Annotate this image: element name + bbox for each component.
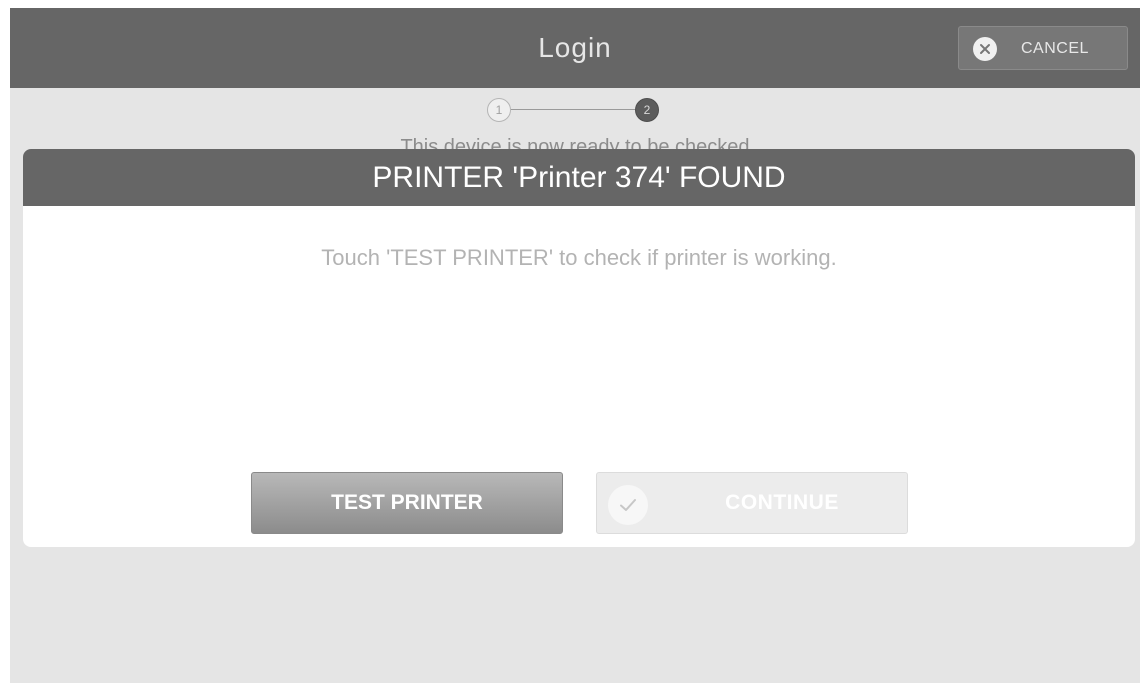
top-bar: Login CANCEL <box>10 8 1140 88</box>
step-connector <box>511 109 635 110</box>
continue-button[interactable]: CONTINUE <box>596 472 908 534</box>
test-printer-button-label: TEST PRINTER <box>331 491 483 514</box>
checkmark-circle-icon <box>608 485 648 525</box>
continue-button-label: CONTINUE <box>725 491 839 514</box>
dialog-message: Touch 'TEST PRINTER' to check if printer… <box>321 245 837 270</box>
cancel-button[interactable]: CANCEL <box>958 26 1128 70</box>
background-partial-text: This device is now ready to be checked <box>400 136 750 150</box>
dialog-title: PRINTER 'Printer 374' FOUND <box>372 161 786 194</box>
step-1: 1 <box>487 98 511 122</box>
step-2-current: 2 <box>635 98 659 122</box>
app-screen: Login CANCEL 1 2 This device is now read… <box>10 8 1140 683</box>
close-circle-icon <box>973 37 997 61</box>
step-indicator: 1 2 <box>487 98 671 122</box>
test-printer-button[interactable]: TEST PRINTER <box>251 472 563 534</box>
cancel-button-label: CANCEL <box>1021 40 1089 57</box>
printer-found-dialog: PRINTER 'Printer 374' FOUND Touch 'TEST … <box>23 149 1135 547</box>
dialog-header: PRINTER 'Printer 374' FOUND <box>23 149 1135 206</box>
